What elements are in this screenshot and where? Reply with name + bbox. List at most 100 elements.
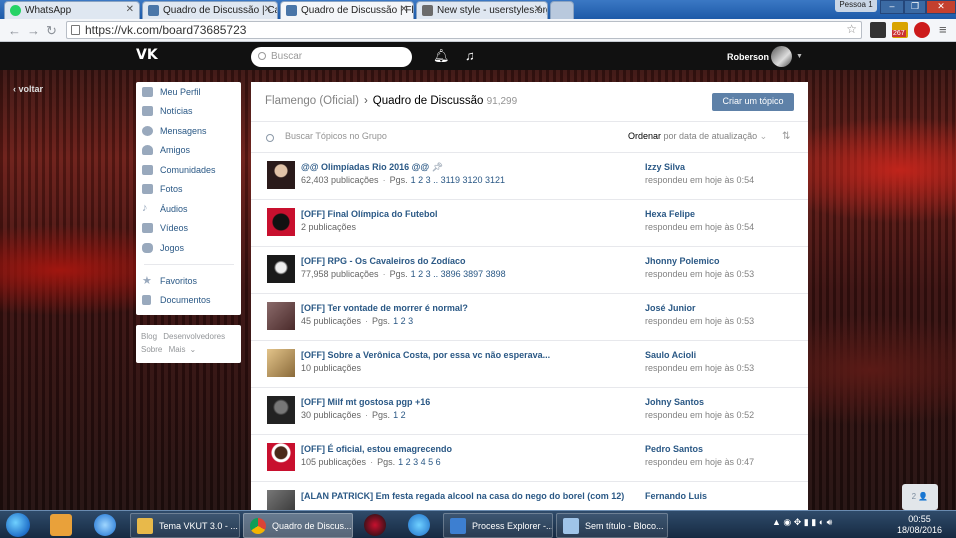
footer-link-mais[interactable]: Mais xyxy=(169,345,186,354)
chevron-down-icon[interactable]: ⌄ xyxy=(189,345,196,354)
topic-title[interactable]: @@ Olimpíadas Rio 2016 @@ 📌︎ xyxy=(301,162,443,173)
topic-row[interactable]: [OFF] RPG - Os Cavaleiros do Zodíaco 77,… xyxy=(251,247,808,294)
topic-author[interactable]: Pedro Santos xyxy=(645,444,703,454)
tab-whatsapp[interactable]: WhatsApp ✕ xyxy=(4,1,140,19)
footer-link-blog[interactable]: Blog xyxy=(141,332,157,341)
sort-icon[interactable]: ⇅ xyxy=(782,131,790,142)
menu-item-favoritos[interactable]: ★ Favoritos xyxy=(136,272,241,291)
menu-item-audios[interactable]: ♪ Áudios xyxy=(136,200,241,219)
topic-author[interactable]: Jhonny Polemico xyxy=(645,256,720,266)
avatar[interactable] xyxy=(771,46,792,67)
topic-row[interactable]: [OFF] Final Olímpica do Futebol 2 public… xyxy=(251,200,808,247)
taskbar-item-process-explorer[interactable]: Process Explorer -... xyxy=(443,513,553,538)
flamengo-app-icon[interactable] xyxy=(364,514,386,536)
menu-item-label: Áudios xyxy=(160,204,188,214)
topic-title[interactable]: [OFF] RPG - Os Cavaleiros do Zodíaco xyxy=(301,256,466,266)
maximize-button[interactable]: ❐ xyxy=(904,0,926,14)
bookmark-star-icon[interactable]: ☆ xyxy=(846,22,857,36)
topic-time[interactable]: respondeu em hoje às 0:47 xyxy=(645,457,754,467)
menu-item-mensagens[interactable]: Mensagens xyxy=(136,122,241,141)
menu-item-meu-perfil[interactable]: Meu Perfil xyxy=(136,83,241,102)
vk-logo[interactable]: VK xyxy=(136,47,158,63)
topic-author[interactable]: José Junior xyxy=(645,303,696,313)
tab-quadro-1[interactable]: Quadro de Discussão | Ca ✕ xyxy=(142,1,278,19)
menu-item-jogos[interactable]: Jogos xyxy=(136,239,241,258)
topic-author[interactable]: Saulo Acioli xyxy=(645,350,696,360)
tab-quadro-active[interactable]: Quadro de Discussão | Fla ✕ xyxy=(280,1,414,20)
menu-item-videos[interactable]: Vídeos xyxy=(136,219,241,238)
opera-ext-icon[interactable] xyxy=(914,22,930,38)
refresh-app-icon[interactable] xyxy=(408,514,430,536)
topic-title[interactable]: [OFF] É oficial, estou emagrecendo xyxy=(301,444,452,454)
forward-arrow-icon[interactable]: → xyxy=(27,23,40,38)
menu-item-comunidades[interactable]: Comunidades xyxy=(136,161,241,180)
topic-author[interactable]: Izzy Silva xyxy=(645,162,685,172)
gmail-ext-icon[interactable]: 267 xyxy=(892,22,908,38)
footer-link-sobre[interactable]: Sobre xyxy=(141,345,162,354)
topic-title[interactable]: [OFF] Sobre a Verônica Costa, por essa v… xyxy=(301,350,550,360)
reload-icon[interactable]: ↻ xyxy=(46,23,57,39)
order-dropdown[interactable]: Ordenar por data de atualização ⌄ xyxy=(628,131,767,142)
page-links[interactable]: 1 2 3 .. 3896 3897 3898 xyxy=(411,269,506,279)
media-player-icon[interactable] xyxy=(50,514,72,536)
topic-title[interactable]: [OFF] Final Olímpica do Futebol xyxy=(301,209,438,219)
back-arrow-icon[interactable]: ← xyxy=(8,23,21,38)
topic-title[interactable]: [OFF] Milf mt gostosa pgp +16 xyxy=(301,397,430,407)
topic-row[interactable]: [OFF] Ter vontade de morrer é normal? 45… xyxy=(251,294,808,341)
minimize-button[interactable]: – xyxy=(880,0,904,14)
topic-row[interactable]: [OFF] Sobre a Verônica Costa, por essa v… xyxy=(251,341,808,388)
page-links[interactable]: 1 2 3 .. 3119 3120 3121 xyxy=(411,175,505,185)
menu-item-fotos[interactable]: Fotos xyxy=(136,180,241,199)
menu-icon[interactable]: ≡ xyxy=(939,22,947,37)
topic-time[interactable]: respondeu em hoje às 0:54 xyxy=(645,175,754,185)
close-icon[interactable]: ✕ xyxy=(400,4,408,15)
page-links[interactable]: 1 2 3 4 5 6 xyxy=(398,457,441,467)
menu-item-amigos[interactable]: Amigos xyxy=(136,141,241,160)
topic-time[interactable]: respondeu em hoje às 0:54 xyxy=(645,222,754,232)
close-icon[interactable]: ✕ xyxy=(264,4,272,15)
topic-time[interactable]: respondeu em hoje às 0:52 xyxy=(645,410,754,420)
taskbar-item-notepad[interactable]: Sem título - Bloco... xyxy=(556,513,668,538)
start-button[interactable] xyxy=(6,513,30,537)
close-icon[interactable]: ✕ xyxy=(534,4,542,15)
close-icon[interactable]: ✕ xyxy=(126,4,134,15)
menu-item-documentos[interactable]: Documentos xyxy=(136,291,241,310)
topic-row[interactable]: [OFF] É oficial, estou emagrecendo 105 p… xyxy=(251,435,808,482)
topic-time[interactable]: respondeu em hoje às 0:53 xyxy=(645,316,754,326)
profile-button[interactable]: Pessoa 1 xyxy=(835,0,877,12)
clock[interactable]: 00:55 18/08/2016 xyxy=(897,514,942,536)
topic-search-input[interactable]: Buscar Tópicos no Grupo xyxy=(285,131,387,141)
create-topic-button[interactable]: Criar um tópico xyxy=(712,93,794,111)
menu-item-noticias[interactable]: Notícias xyxy=(136,102,241,121)
footer-link-desenvolvedores[interactable]: Desenvolvedores xyxy=(163,332,225,341)
address-bar[interactable]: https://vk.com/board73685723 ☆ xyxy=(66,21,862,39)
topic-time[interactable]: respondeu em hoje às 0:53 xyxy=(645,363,754,373)
topic-row[interactable]: @@ Olimpíadas Rio 2016 @@ 📌︎ 62,403 publ… xyxy=(251,153,808,200)
topic-title[interactable]: [ALAN PATRICK] Em festa regada alcool na… xyxy=(301,491,624,501)
topic-author[interactable]: Hexa Felipe xyxy=(645,209,695,219)
stylish-ext-icon[interactable] xyxy=(870,22,886,38)
bell-icon[interactable]: 🔔︎ xyxy=(433,48,450,64)
music-icon[interactable]: ♫ xyxy=(465,48,475,63)
topic-title[interactable]: [OFF] Ter vontade de morrer é normal? xyxy=(301,303,468,313)
chevron-down-icon[interactable]: ▼ xyxy=(796,53,803,60)
tab-userstyles[interactable]: New style - userstyles.org ✕ xyxy=(416,1,548,19)
topic-row[interactable]: [ALAN PATRICK] Em festa regada alcool na… xyxy=(251,482,808,510)
online-friends-button[interactable]: 2 👤 xyxy=(902,484,938,510)
topic-author[interactable]: Johny Santos xyxy=(645,397,704,407)
page-links[interactable]: 1 2 3 xyxy=(393,316,413,326)
close-window-button[interactable]: ✕ xyxy=(926,0,956,14)
taskbar-item-tema-vkut[interactable]: Tema VKUT 3.0 - ... xyxy=(130,513,240,538)
user-name[interactable]: Roberson xyxy=(727,52,769,62)
internet-explorer-icon[interactable] xyxy=(94,514,116,536)
back-link[interactable]: ‹ voltar xyxy=(13,84,43,94)
breadcrumb-group[interactable]: Flamengo (Oficial) xyxy=(265,95,359,107)
page-links[interactable]: 1 2 xyxy=(393,410,406,420)
search-input[interactable]: Buscar xyxy=(251,47,412,67)
system-tray-icons[interactable]: ▲ ◉ ✥ ▮ ▮ ◐ 🔊︎ xyxy=(772,517,832,528)
taskbar-item-chrome[interactable]: Quadro de Discus... xyxy=(243,513,353,538)
topic-time[interactable]: respondeu em hoje às 0:53 xyxy=(645,269,754,279)
topic-author[interactable]: Fernando Luis xyxy=(645,491,707,501)
new-tab-button[interactable] xyxy=(550,1,574,19)
topic-row[interactable]: [OFF] Milf mt gostosa pgp +16 30 publica… xyxy=(251,388,808,435)
